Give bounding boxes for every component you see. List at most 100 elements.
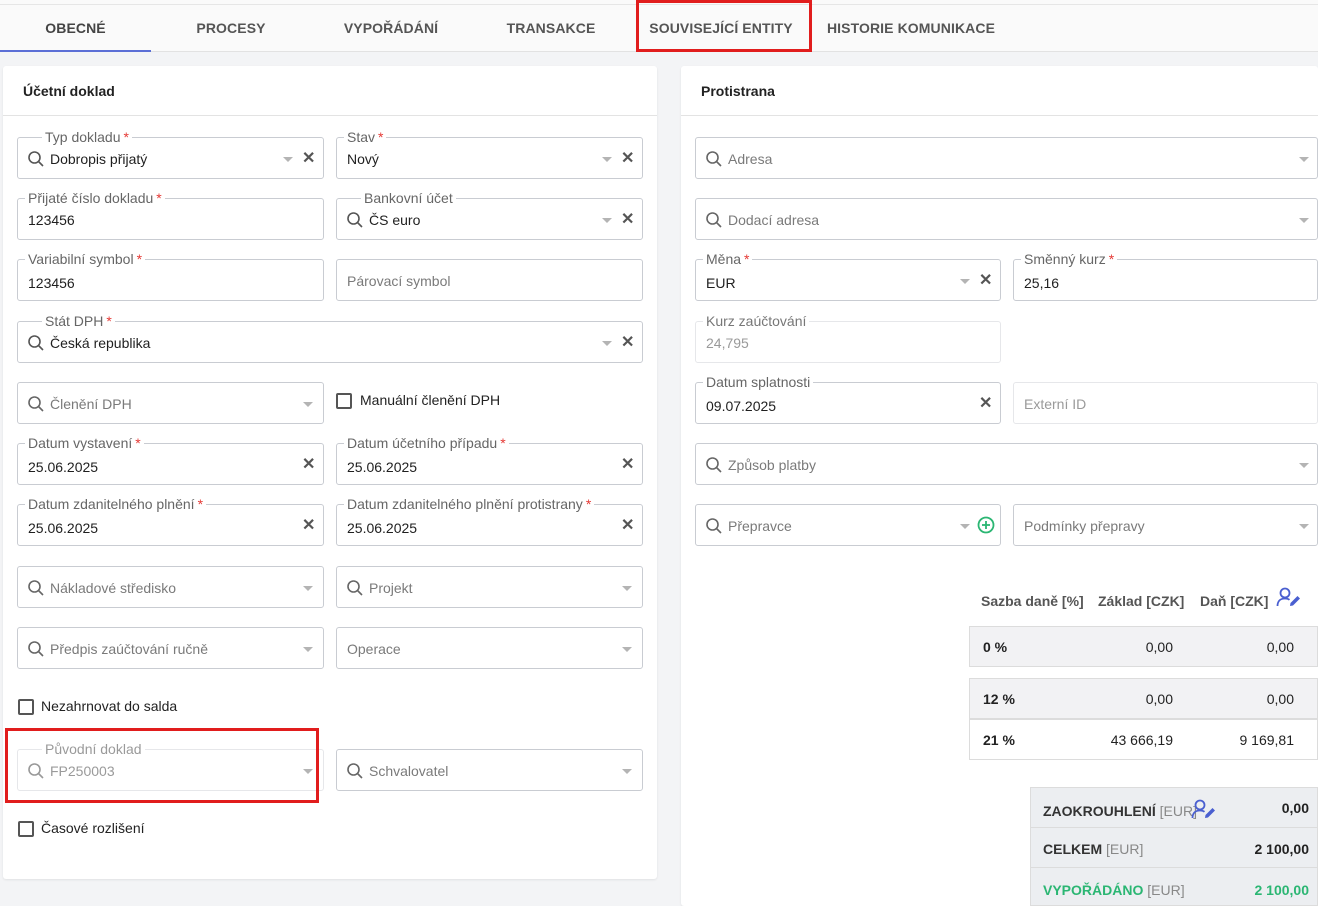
- field-value: Česká republika: [50, 335, 151, 351]
- nezahrnovat-do-salda-checkbox[interactable]: [18, 699, 34, 715]
- chevron-down-icon[interactable]: [602, 218, 612, 223]
- stat-dph-select[interactable]: Stát DPH * Česká republika ✕: [17, 313, 643, 363]
- chevron-down-icon[interactable]: [1299, 524, 1309, 529]
- typ-dokladu-select[interactable]: Typ dokladu * Dobropis přijatý ✕: [17, 129, 324, 179]
- field-placeholder: Předpis zaúčtování ručně: [50, 641, 208, 657]
- search-icon: [28, 335, 44, 351]
- chevron-down-icon[interactable]: [303, 647, 313, 652]
- field-placeholder: Členění DPH: [50, 396, 132, 412]
- predpis-zauctovani-select[interactable]: Předpis zaúčtování ručně: [17, 627, 324, 669]
- variabilni-symbol-input[interactable]: Variabilní symbol * 123456: [17, 251, 324, 301]
- table-row: 12 % 0,00 0,00: [969, 678, 1318, 719]
- search-icon: [28, 763, 44, 779]
- summary-label: VYPOŘÁDÁNO [EUR]: [1043, 882, 1185, 898]
- kurz-zauctovani-input: Kurz zaúčtování 24,795: [695, 313, 1001, 363]
- field-label: Typ dokladu *: [42, 129, 132, 145]
- tax-rate: 21 %: [983, 732, 1015, 748]
- tab-obecne[interactable]: OBECNÉ: [0, 5, 151, 52]
- chevron-down-icon[interactable]: [602, 341, 612, 346]
- field-label: Kurz zaúčtování: [703, 313, 810, 329]
- schvalovatel-select[interactable]: Schvalovatel: [336, 749, 643, 791]
- datum-vystaveni-input[interactable]: Datum vystavení * 25.06.2025 ✕: [17, 435, 324, 485]
- mena-select[interactable]: Měna * EUR ✕: [695, 251, 1001, 301]
- adresa-select[interactable]: Adresa: [695, 137, 1318, 179]
- field-placeholder: Nákladové středisko: [50, 580, 177, 596]
- close-icon[interactable]: ✕: [302, 151, 315, 167]
- chevron-down-icon[interactable]: [960, 524, 970, 529]
- field-label: Bankovní účet: [361, 190, 456, 206]
- chevron-down-icon[interactable]: [303, 586, 313, 591]
- externi-id-input[interactable]: Externí ID: [1013, 382, 1318, 424]
- summary-value: 0,00: [1281, 800, 1309, 816]
- close-icon[interactable]: ✕: [621, 457, 634, 473]
- tab-transakce[interactable]: TRANSAKCE: [487, 5, 615, 52]
- datum-ucetniho-pripadu-input[interactable]: Datum účetního případu * 25.06.2025 ✕: [336, 435, 643, 485]
- datum-zdanitelneho-plneni-protistrany-input[interactable]: Datum zdanitelného plnění protistrany * 2…: [336, 496, 643, 546]
- summary-box: ZAOKROUHLENÍ [EUR] 0,00 CELKEM [EUR] 2 1…: [1030, 787, 1318, 906]
- zpusob-platby-select[interactable]: Způsob platby: [695, 443, 1318, 485]
- manualni-cleneni-dph-checkbox[interactable]: [336, 393, 352, 409]
- search-icon: [347, 212, 363, 228]
- chevron-down-icon[interactable]: [1299, 157, 1309, 162]
- add-circle-icon[interactable]: [977, 516, 995, 534]
- field-placeholder: Externí ID: [1024, 396, 1087, 412]
- tab-souvisejici-entity[interactable]: SOUVISEJÍCÍ ENTITY: [640, 5, 802, 52]
- protistrana-card: Protistrana: [681, 66, 1318, 906]
- chevron-down-icon[interactable]: [622, 586, 632, 591]
- close-icon[interactable]: ✕: [621, 518, 634, 534]
- field-value: ČS euro: [369, 212, 421, 228]
- close-icon[interactable]: ✕: [621, 151, 634, 167]
- field-label: Směnný kurz *: [1021, 251, 1118, 267]
- table-row: 21 % 43 666,19 9 169,81: [969, 719, 1318, 760]
- operace-select[interactable]: Operace: [336, 627, 643, 669]
- prijate-cislo-dokladu-input[interactable]: Přijaté číslo dokladu * 123456: [17, 190, 324, 240]
- field-value: EUR: [706, 275, 736, 291]
- dodaci-adresa-select[interactable]: Dodací adresa: [695, 198, 1318, 240]
- prepravce-select[interactable]: Přepravce: [695, 504, 1001, 546]
- search-icon: [28, 396, 44, 412]
- user-edit-icon[interactable]: [1276, 586, 1302, 610]
- chevron-down-icon[interactable]: [1299, 463, 1309, 468]
- field-placeholder: Projekt: [369, 580, 413, 596]
- nakladove-stredisko-select[interactable]: Nákladové středisko: [17, 566, 324, 608]
- chevron-down-icon[interactable]: [960, 279, 970, 284]
- tab-vyporadani[interactable]: VYPOŘÁDÁNÍ: [323, 5, 459, 52]
- datum-zdanitelneho-plneni-input[interactable]: Datum zdanitelného plnění * 25.06.2025 ✕: [17, 496, 324, 546]
- tax-amount: 0,00: [1266, 691, 1294, 707]
- tax-base: 43 666,19: [1110, 732, 1173, 748]
- user-edit-icon[interactable]: [1191, 798, 1217, 822]
- cleneni-dph-select[interactable]: Členění DPH: [17, 382, 324, 424]
- chevron-down-icon[interactable]: [1299, 218, 1309, 223]
- chevron-down-icon[interactable]: [622, 647, 632, 652]
- close-icon[interactable]: ✕: [979, 396, 992, 412]
- bankovni-ucet-select[interactable]: Bankovní účet ČS euro ✕: [336, 190, 643, 240]
- chevron-down-icon[interactable]: [602, 157, 612, 162]
- chevron-down-icon[interactable]: [303, 402, 313, 407]
- stav-select[interactable]: Stav * Nový ✕: [336, 129, 643, 179]
- chevron-down-icon[interactable]: [622, 769, 632, 774]
- field-value: 25.06.2025: [347, 459, 418, 475]
- field-label: Datum zdanitelného plnění protistrany *: [344, 496, 595, 512]
- search-icon: [347, 763, 363, 779]
- close-icon[interactable]: ✕: [302, 518, 315, 534]
- close-icon[interactable]: ✕: [621, 212, 634, 228]
- chevron-down-icon[interactable]: [283, 157, 293, 162]
- podminky-prepravy-select[interactable]: Podmínky přepravy: [1013, 504, 1318, 546]
- tab-historie-komunikace[interactable]: HISTORIE KOMUNIKACE: [822, 5, 1000, 52]
- search-icon: [706, 212, 722, 228]
- column-header: Daň [CZK]: [1200, 593, 1269, 609]
- close-icon[interactable]: ✕: [302, 457, 315, 473]
- tab-procesy[interactable]: PROCESY: [165, 5, 297, 52]
- datum-splatnosti-input[interactable]: Datum splatnosti 09.07.2025 ✕: [695, 374, 1001, 424]
- projekt-select[interactable]: Projekt: [336, 566, 643, 608]
- casove-rozliseni-checkbox[interactable]: [18, 821, 34, 837]
- smenny-kurz-input[interactable]: Směnný kurz * 25,16: [1013, 251, 1318, 301]
- field-label: Stav *: [344, 129, 387, 145]
- close-icon[interactable]: ✕: [979, 273, 992, 289]
- close-icon[interactable]: ✕: [621, 335, 634, 351]
- parovaci-symbol-input[interactable]: Párovací symbol: [336, 259, 643, 301]
- tax-rate: 0 %: [983, 639, 1008, 655]
- puvodni-doklad-select[interactable]: Původní doklad FP250003: [17, 741, 324, 791]
- checkbox-label: Manuální členění DPH: [360, 392, 501, 408]
- field-label: Datum splatnosti: [703, 374, 814, 390]
